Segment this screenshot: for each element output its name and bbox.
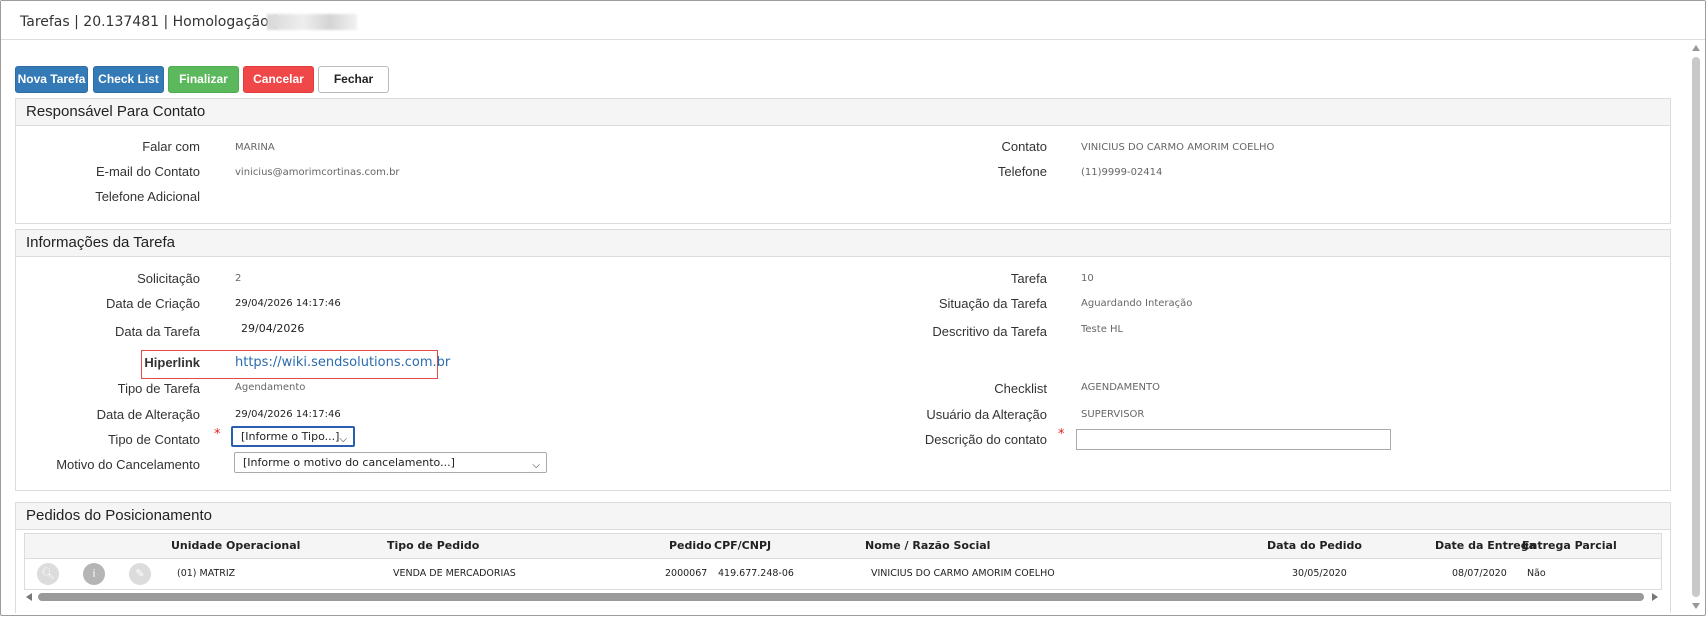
scroll-down-arrow-icon[interactable] [1692, 603, 1700, 609]
col-nome-razao-social[interactable]: Nome / Razão Social [865, 539, 990, 552]
cell-unidade-operacional: (01) MATRIZ [177, 568, 236, 579]
data-criacao-label: Data de Criação [106, 296, 200, 311]
solicitacao-label: Solicitação [137, 271, 200, 286]
hiperlink-label: Hiperlink [144, 355, 200, 370]
chevron-down-icon: ⌵ [339, 434, 347, 445]
data-alteracao-value: 29/04/2026 14:17:46 [235, 409, 341, 420]
col-entrega-parcial[interactable]: Entrega Parcial [1522, 539, 1617, 552]
orders-table-header: Unidade Operacional Tipo de Pedido Pedid… [25, 534, 1661, 559]
descricao-contato-label: Descrição do contato [924, 432, 1047, 447]
contato-value: VINICIUS DO CARMO AMORIM COELHO [1081, 142, 1275, 153]
cell-pedido: 2000067 [665, 568, 708, 579]
app-window: Tarefas | 20.137481 | Homologação | Nova… [0, 0, 1706, 616]
falar-com-value: MARINA [235, 142, 275, 153]
col-data-pedido[interactable]: Data do Pedido [1267, 539, 1362, 552]
scroll-right-arrow-icon[interactable] [1652, 593, 1658, 601]
contact-panel: Responsável Para Contato Falar com MARIN… [15, 98, 1671, 224]
usuario-alteracao-label: Usuário da Alteração [926, 407, 1047, 422]
falar-com-label: Falar com [142, 139, 200, 154]
data-alteracao-label: Data de Alteração [96, 407, 200, 422]
telefone-adicional-label: Telefone Adicional [95, 189, 200, 204]
tipo-tarefa-label: Tipo de Tarefa [117, 381, 200, 396]
scroll-left-arrow-icon[interactable] [26, 593, 32, 601]
task-info-heading: Informações da Tarefa [16, 230, 1670, 257]
descritivo-label: Descritivo da Tarefa [932, 324, 1047, 339]
info-icon[interactable]: i [83, 563, 105, 585]
cell-date-entrega: 08/07/2020 [1452, 568, 1507, 579]
cell-tipo-pedido: VENDA DE MERCADORIAS [393, 568, 516, 579]
edit-icon[interactable]: ✎ [129, 563, 151, 585]
window-title: Tarefas | 20.137481 | Homologação | [20, 14, 278, 30]
horizontal-scrollbar[interactable] [24, 592, 1660, 602]
redacted-title-segment [267, 14, 357, 30]
nova-tarefa-button[interactable]: Nova Tarefa [15, 66, 88, 93]
cell-nome-razao-social: VINICIUS DO CARMO AMORIM COELHO [871, 568, 1055, 579]
tipo-contato-required-mark: * [214, 427, 221, 442]
cell-data-pedido: 30/05/2020 [1292, 568, 1347, 579]
tarefa-label: Tarefa [1010, 271, 1047, 286]
checklist-value: AGENDAMENTO [1081, 382, 1160, 393]
title-bar: Tarefas | 20.137481 | Homologação | [1, 1, 1705, 40]
col-unidade-operacional[interactable]: Unidade Operacional [171, 539, 300, 552]
col-tipo-pedido[interactable]: Tipo de Pedido [387, 539, 479, 552]
task-info-panel: Informações da Tarefa Solicitação 2 Data… [15, 229, 1671, 491]
tarefa-value: 10 [1081, 273, 1094, 284]
motivo-cancelamento-select[interactable]: [Informe o motivo do cancelamento...] ⌵ [234, 452, 547, 473]
search-icon[interactable]: 🔍︎ [37, 563, 59, 585]
orders-table: Unidade Operacional Tipo de Pedido Pedid… [24, 533, 1662, 590]
email-value: vinicius@amorimcortinas.com.br [235, 167, 400, 178]
orders-panel-heading: Pedidos do Posicionamento [16, 503, 1670, 530]
tipo-tarefa-value: Agendamento [235, 382, 306, 393]
vertical-scrollbar[interactable] [1689, 41, 1703, 613]
cell-entrega-parcial: Não [1527, 568, 1546, 579]
tipo-contato-label: Tipo de Contato [107, 432, 200, 447]
chevron-down-icon: ⌵ [532, 460, 540, 471]
cancelar-button[interactable]: Cancelar [243, 66, 314, 93]
contact-panel-heading: Responsável Para Contato [16, 99, 1670, 126]
checklist-label: Checklist [994, 381, 1047, 396]
data-tarefa-value[interactable]: 29/04/2026 [241, 322, 304, 335]
col-pedido[interactable]: Pedido [669, 539, 712, 552]
scrollbar-thumb[interactable] [1692, 57, 1700, 597]
usuario-alteracao-value: SUPERVISOR [1081, 409, 1145, 420]
motivo-cancelamento-label: Motivo do Cancelamento [56, 457, 200, 472]
descricao-contato-input[interactable] [1076, 429, 1391, 450]
finalizar-button[interactable]: Finalizar [168, 66, 239, 93]
contato-label: Contato [1001, 139, 1047, 154]
hiperlink-link[interactable]: https://wiki.sendsolutions.com.br [235, 355, 450, 370]
orders-panel: Pedidos do Posicionamento Unidade Operac… [15, 502, 1671, 613]
descritivo-value: Teste HL [1081, 324, 1124, 335]
check-list-button[interactable]: Check List [93, 66, 164, 93]
cell-cpf-cnpj: 419.677.248-06 [718, 568, 794, 579]
motivo-cancelamento-selected: [Informe o motivo do cancelamento...] [243, 456, 455, 469]
fechar-button[interactable]: Fechar [318, 66, 389, 93]
data-tarefa-label: Data da Tarefa [114, 324, 200, 339]
email-label: E-mail do Contato [95, 164, 200, 179]
horizontal-scrollbar-thumb[interactable] [38, 593, 1644, 601]
col-cpf-cnpj[interactable]: CPF/CNPJ [714, 539, 771, 552]
situacao-label: Situação da Tarefa [938, 296, 1047, 311]
descricao-contato-required-mark: * [1058, 427, 1065, 442]
tipo-contato-selected: [Informe o Tipo...] [241, 430, 340, 443]
data-criacao-value: 29/04/2026 14:17:46 [235, 298, 341, 309]
solicitacao-value: 2 [235, 273, 242, 284]
telefone-value: (11)9999-02414 [1081, 167, 1163, 178]
tipo-contato-select[interactable]: [Informe o Tipo...] ⌵ [231, 426, 355, 447]
telefone-label: Telefone [997, 164, 1047, 179]
scroll-up-arrow-icon[interactable] [1692, 45, 1700, 51]
situacao-value: Aguardando Interação [1081, 298, 1193, 309]
col-date-entrega[interactable]: Date da Entrega [1435, 539, 1536, 552]
